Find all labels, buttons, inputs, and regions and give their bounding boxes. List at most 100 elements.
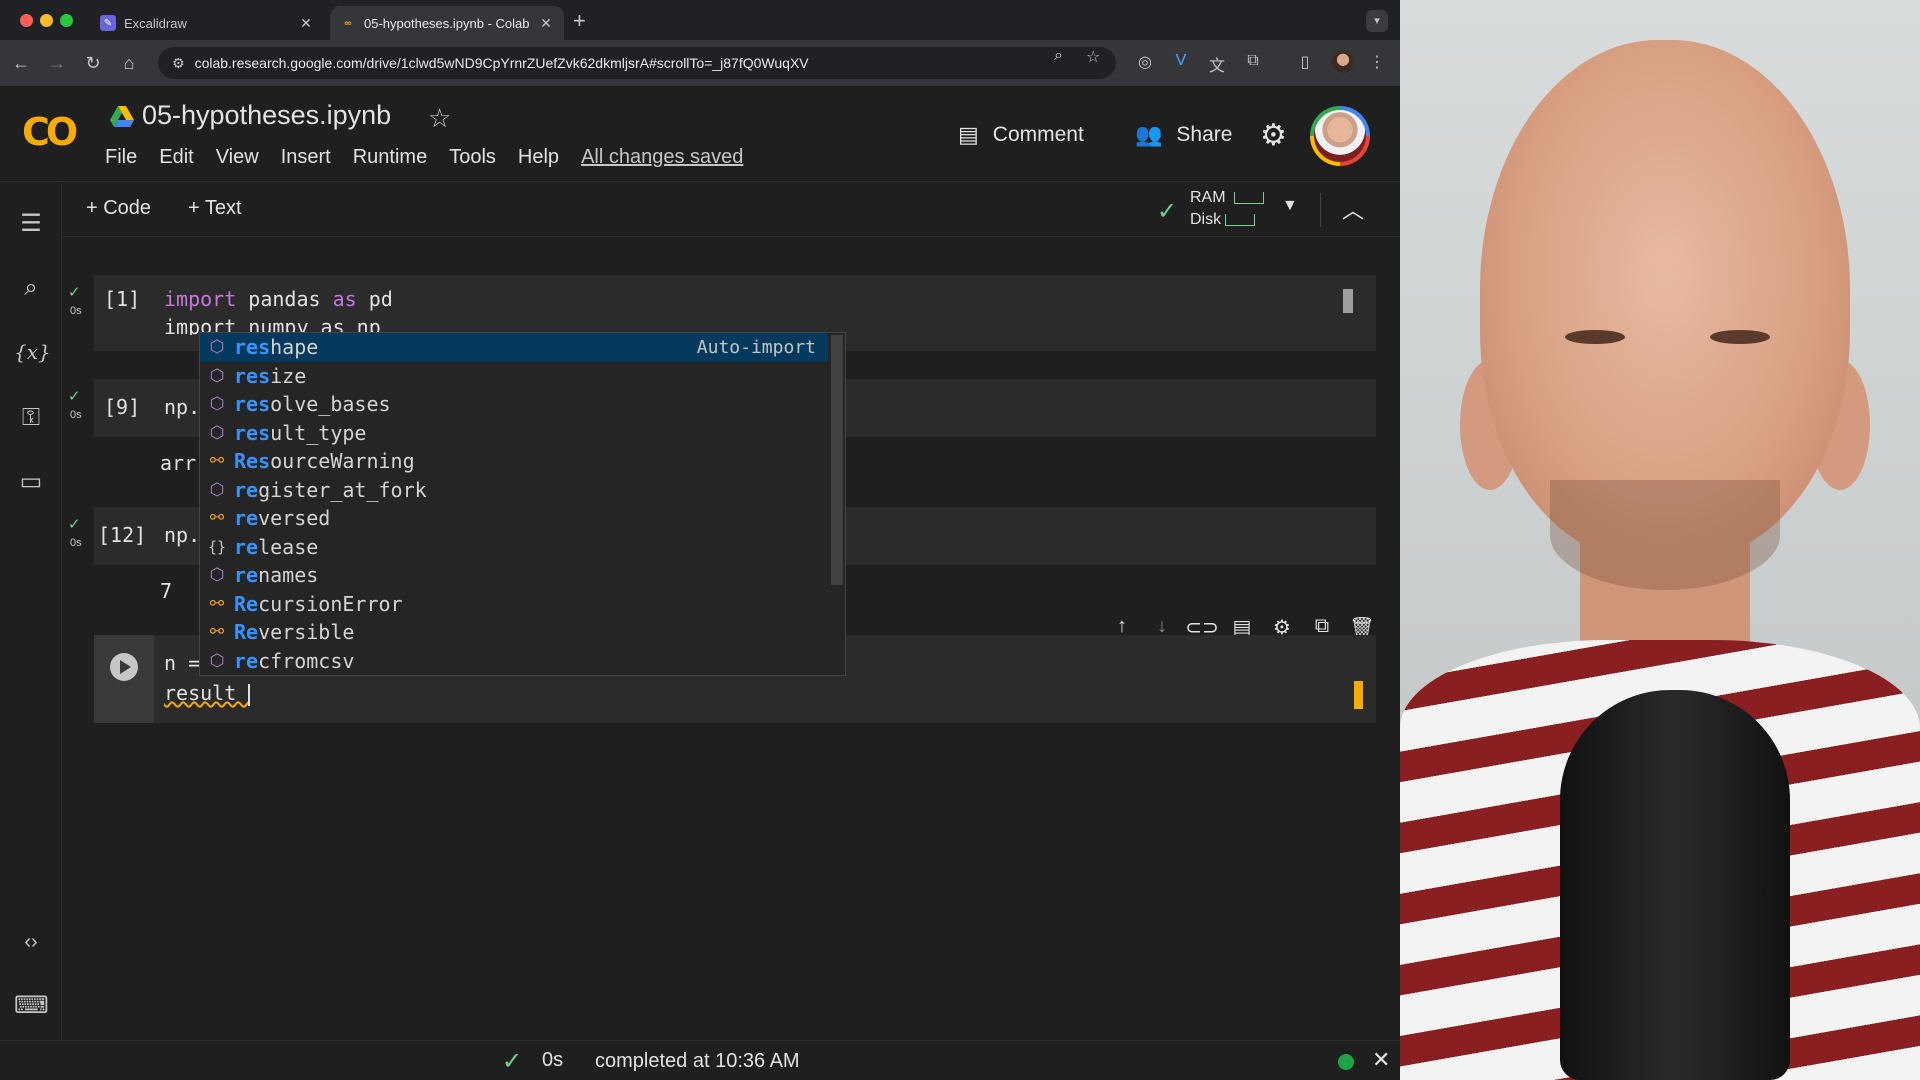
menu-view[interactable]: View (216, 146, 259, 169)
webcam-overlay (1400, 0, 1920, 1080)
autocomplete-item[interactable]: ⬡ register_at_fork (200, 476, 828, 505)
autocomplete-item-label: release (234, 534, 319, 559)
run-time: 0s (70, 409, 82, 421)
method-symbol-icon: ⬡ (209, 365, 225, 386)
close-window-button[interactable] (20, 14, 33, 27)
command-palette-icon[interactable]: ⌨ (14, 989, 49, 1023)
forward-icon[interactable]: → (44, 50, 70, 76)
extension-translate-icon[interactable]: 文 (1206, 52, 1228, 76)
method-symbol-icon: ⬡ (209, 479, 225, 500)
bookmark-star-icon[interactable]: ☆ (1086, 47, 1100, 67)
disk-bar (1225, 214, 1256, 226)
autocomplete-item[interactable]: ⬡ reshape Auto-import (200, 333, 828, 362)
autocomplete-item[interactable]: ⬡ resize (200, 362, 828, 391)
autocomplete-item-label: renames (234, 563, 319, 588)
autocomplete-scrollbar[interactable] (831, 335, 843, 585)
extensions-puzzle-icon[interactable]: ⧉ (1242, 52, 1264, 70)
extension-glasses-icon[interactable]: ◎ (1134, 52, 1156, 72)
google-drive-icon[interactable] (110, 106, 134, 128)
new-tab-button[interactable]: + (573, 8, 586, 34)
user-avatar[interactable] (1310, 106, 1370, 166)
files-folder-icon[interactable]: ▭ (14, 465, 48, 499)
autocomplete-item[interactable]: ⚯ ResourceWarning (200, 447, 828, 476)
code-line[interactable]: n = (164, 651, 200, 675)
code-line[interactable]: np. (164, 395, 200, 419)
site-info-icon[interactable]: ⚙ (172, 55, 185, 72)
home-icon[interactable]: ⌂ (116, 50, 142, 76)
comment-icon: ▤ (958, 122, 979, 147)
minimize-window-button[interactable] (40, 14, 53, 27)
code-line[interactable]: import pandas as pd (164, 287, 393, 311)
cell-scroll-marker (1354, 681, 1363, 709)
status-duration: 0s (542, 1049, 564, 1071)
comment-button[interactable]: ▤ Comment (958, 122, 1084, 148)
star-icon[interactable]: ☆ (428, 103, 451, 134)
more-options-icon[interactable]: ⋮ (1382, 615, 1400, 640)
autocomplete-item[interactable]: ⬡ recfromcsv (200, 647, 828, 676)
method-symbol-icon: ⬡ (209, 565, 225, 586)
cell-scrollbar[interactable] (1343, 289, 1353, 313)
tab-bar: ✎ Excalidraw ✕ ∞ 05-hypotheses.ipynb - C… (0, 0, 1400, 40)
browser-profile-avatar[interactable] (1332, 51, 1354, 73)
sidepanel-icon[interactable]: ▯ (1294, 52, 1316, 72)
autocomplete-item-label: resolve_bases (234, 392, 391, 417)
add-text-button[interactable]: + Text (188, 197, 242, 220)
class-symbol-icon: ⚯ (209, 622, 225, 643)
collapse-chevron-icon[interactable]: ︿ (1342, 193, 1364, 225)
menu-edit[interactable]: Edit (159, 146, 193, 169)
code-text: result (164, 681, 249, 705)
tab-search-button[interactable]: ▾ (1366, 10, 1388, 32)
autocomplete-item[interactable]: ⬡ result_type (200, 419, 828, 448)
menu-help[interactable]: Help (518, 146, 559, 169)
save-status-link[interactable]: All changes saved (581, 146, 743, 169)
code-line[interactable]: np. (164, 523, 200, 547)
menu-runtime[interactable]: Runtime (353, 146, 427, 169)
url-bar[interactable]: ⚙ colab.research.google.com/drive/1clwd5… (158, 47, 1116, 79)
notebook-title[interactable]: 05-hypotheses.ipynb (142, 100, 391, 131)
tab-colab[interactable]: ∞ 05-hypotheses.ipynb - Colab ✕ (330, 6, 564, 40)
status-bar: ✓ 0s completed at 10:36 AM ✕ (0, 1040, 1400, 1080)
code-snippets-icon[interactable]: ‹› (14, 925, 48, 959)
toolbar-divider (1320, 193, 1321, 227)
menu-file[interactable]: File (105, 146, 137, 169)
close-tab-icon[interactable]: ✕ (298, 15, 314, 32)
variables-icon[interactable]: {x} (14, 335, 51, 369)
autocomplete-item[interactable]: ⬡ renames (200, 561, 828, 590)
settings-gear-icon[interactable]: ⚙ (1260, 118, 1287, 153)
colab-logo[interactable]: CO (22, 110, 78, 154)
autocomplete-item[interactable]: {} release (200, 533, 828, 562)
autocomplete-item-label: recfromcsv (234, 648, 355, 673)
autocomplete-item[interactable]: ⬡ resolve_bases (200, 390, 828, 419)
tab-excalidraw[interactable]: ✎ Excalidraw ✕ (90, 6, 324, 40)
colab-header: CO 05-hypotheses.ipynb ☆ File Edit View … (0, 86, 1400, 182)
back-icon[interactable]: ← (8, 50, 34, 76)
status-check-icon: ✓ (502, 1048, 523, 1075)
secrets-key-icon[interactable]: ⚿ (14, 401, 48, 435)
close-status-icon[interactable]: ✕ (1372, 1047, 1390, 1073)
method-symbol-icon: ⬡ (209, 650, 225, 671)
extension-v-icon[interactable]: V (1170, 52, 1192, 70)
table-of-contents-icon[interactable]: ☰ (14, 207, 48, 241)
menu-tools[interactable]: Tools (449, 146, 496, 169)
close-tab-icon[interactable]: ✕ (538, 15, 554, 32)
maximize-window-button[interactable] (60, 14, 73, 27)
search-icon[interactable]: ⌕ (14, 271, 48, 305)
notebook-toolbar: + Code + Text ✓ RAM Disk ▼ ︿ (62, 183, 1400, 237)
share-button[interactable]: 👥 Share (1135, 122, 1232, 148)
autocomplete-item-label: ResourceWarning (234, 449, 415, 474)
autocomplete-item[interactable]: ⚯ RecursionError (200, 590, 828, 619)
autocomplete-item[interactable]: ⚯ reversed (200, 504, 828, 533)
add-code-button[interactable]: + Code (86, 197, 151, 220)
autocomplete-item-label: Reversible (234, 620, 355, 645)
resource-monitor[interactable]: RAM Disk (1190, 187, 1264, 231)
zoom-icon[interactable]: ⌕ (1054, 47, 1063, 65)
browser-menu-icon[interactable]: ⋮ (1366, 52, 1388, 72)
menu-insert[interactable]: Insert (281, 146, 331, 169)
reload-icon[interactable]: ↻ (80, 50, 106, 76)
runtime-dropdown-icon[interactable]: ▼ (1282, 197, 1298, 215)
run-cell-button[interactable] (110, 653, 138, 681)
code-line[interactable]: result (164, 681, 251, 706)
url-text: colab.research.google.com/drive/1clwd5wN… (194, 55, 809, 71)
status-message[interactable]: completed at 10:36 AM (595, 1050, 800, 1073)
autocomplete-item[interactable]: ⚯ Reversible (200, 618, 828, 647)
